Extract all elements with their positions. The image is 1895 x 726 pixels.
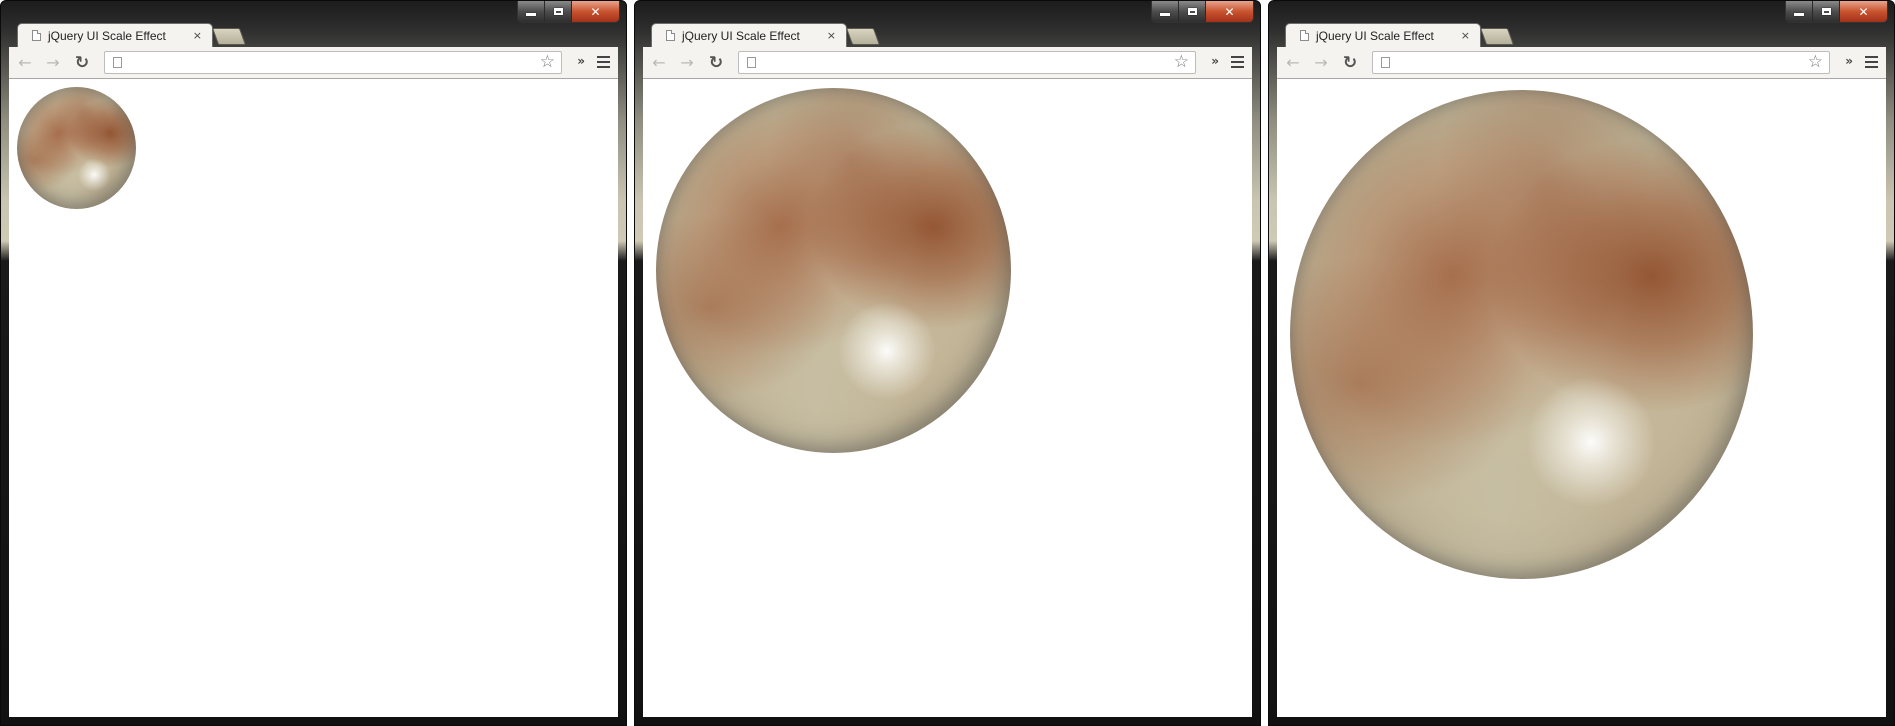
extensions-chevron-icon[interactable]: » [1211,54,1219,68]
address-bar[interactable]: ☆ [738,51,1196,74]
window-caption-buttons: ✕ [517,1,620,23]
tab-strip: jQuery UI Scale Effect × [9,21,618,47]
forward-arrow-icon[interactable]: → [677,53,697,73]
maximize-button[interactable] [1179,1,1206,22]
tab-active[interactable]: jQuery UI Scale Effect × [651,23,847,47]
maximize-button[interactable] [1813,1,1840,22]
minimize-icon [526,13,536,16]
browser-window-medium: ✕ jQuery UI Scale Effect × ← → ↻ ☆ » [634,0,1261,726]
new-tab-button[interactable] [211,28,247,45]
browser-toolbar: ← → ↻ ☆ » [643,47,1252,79]
new-tab-button[interactable] [845,28,881,45]
page-icon [113,57,122,68]
tab-active[interactable]: jQuery UI Scale Effect × [17,23,213,47]
screenshot-stage: ✕ jQuery UI Scale Effect × ← → ↻ ☆ » ✕ j… [0,0,1895,726]
browser-window-small: ✕ jQuery UI Scale Effect × ← → ↻ ☆ » [0,0,627,726]
maximize-button[interactable] [545,1,572,22]
moon-image[interactable] [656,88,1011,453]
page-viewport [1277,79,1886,717]
tab-title: jQuery UI Scale Effect [682,28,800,43]
maximize-icon [553,8,563,15]
hamburger-menu-icon[interactable] [597,56,610,68]
page-icon [32,30,41,41]
tab-title: jQuery UI Scale Effect [1316,28,1434,43]
address-bar[interactable]: ☆ [104,51,562,74]
page-viewport [9,79,618,717]
minimize-button[interactable] [1152,1,1179,22]
tab-active[interactable]: jQuery UI Scale Effect × [1285,23,1481,47]
window-caption-buttons: ✕ [1151,1,1254,23]
tab-title: jQuery UI Scale Effect [48,28,166,43]
new-tab-button[interactable] [1479,28,1515,45]
page-icon [1381,57,1390,68]
tab-strip: jQuery UI Scale Effect × [643,21,1252,47]
page-icon [666,30,675,41]
close-icon: ✕ [1224,4,1235,19]
minimize-icon [1794,13,1804,16]
bookmark-star-icon[interactable]: ☆ [1174,52,1189,73]
tab-close-icon[interactable]: × [193,29,202,42]
extensions-chevron-icon[interactable]: » [1845,54,1853,68]
tab-close-icon[interactable]: × [827,29,836,42]
minimize-button[interactable] [518,1,545,22]
browser-toolbar: ← → ↻ ☆ » [9,47,618,79]
window-caption-buttons: ✕ [1785,1,1888,23]
reload-icon[interactable]: ↻ [1340,53,1360,73]
close-window-button[interactable]: ✕ [572,1,619,22]
hamburger-menu-icon[interactable] [1865,56,1878,68]
back-arrow-icon[interactable]: ← [15,53,35,73]
close-window-button[interactable]: ✕ [1840,1,1887,22]
extensions-chevron-icon[interactable]: » [577,54,585,68]
page-icon [747,57,756,68]
bookmark-star-icon[interactable]: ☆ [540,52,555,73]
back-arrow-icon[interactable]: ← [1283,53,1303,73]
back-arrow-icon[interactable]: ← [649,53,669,73]
moon-image[interactable] [17,87,136,209]
browser-toolbar: ← → ↻ ☆ » [1277,47,1886,79]
forward-arrow-icon[interactable]: → [1311,53,1331,73]
hamburger-menu-icon[interactable] [1231,56,1244,68]
close-icon: ✕ [1858,4,1869,19]
tab-strip: jQuery UI Scale Effect × [1277,21,1886,47]
close-icon: ✕ [590,4,601,19]
maximize-icon [1187,8,1197,15]
bookmark-star-icon[interactable]: ☆ [1808,52,1823,73]
minimize-button[interactable] [1786,1,1813,22]
tab-close-icon[interactable]: × [1461,29,1470,42]
moon-image[interactable] [1290,90,1753,579]
browser-window-large: ✕ jQuery UI Scale Effect × ← → ↻ ☆ » [1268,0,1895,726]
minimize-icon [1160,13,1170,16]
page-icon [1300,30,1309,41]
address-bar[interactable]: ☆ [1372,51,1830,74]
page-viewport [643,79,1252,717]
maximize-icon [1821,8,1831,15]
reload-icon[interactable]: ↻ [72,53,92,73]
forward-arrow-icon[interactable]: → [43,53,63,73]
reload-icon[interactable]: ↻ [706,53,726,73]
close-window-button[interactable]: ✕ [1206,1,1253,22]
